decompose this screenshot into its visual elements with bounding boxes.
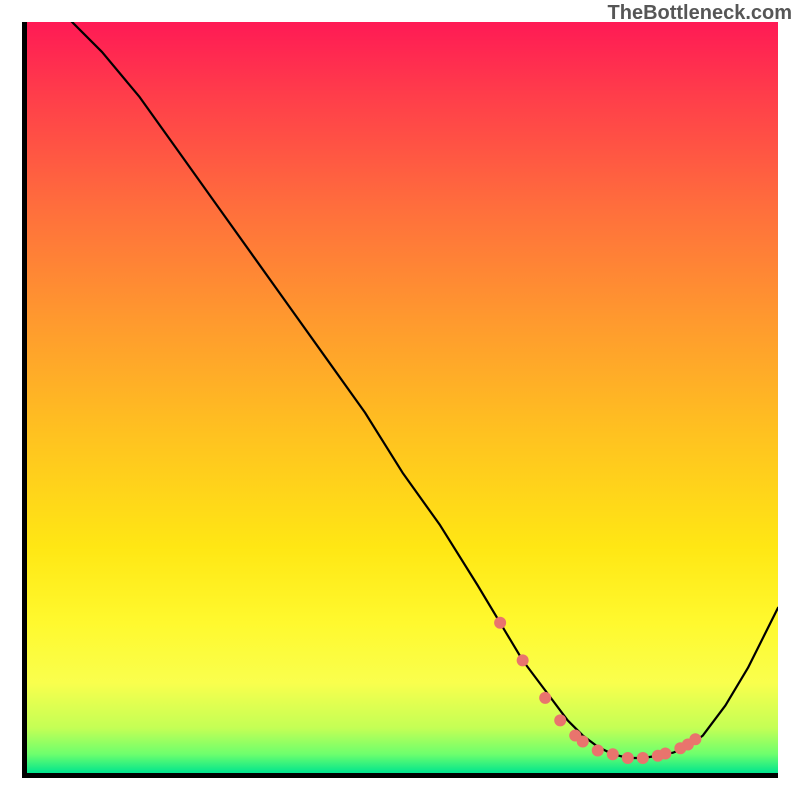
curve-layer [27, 22, 778, 773]
optimal-range-markers [494, 617, 701, 764]
marker-dot [539, 692, 551, 704]
marker-dot [689, 733, 701, 745]
marker-dot [494, 617, 506, 629]
marker-dot [637, 752, 649, 764]
marker-dot [577, 735, 589, 747]
marker-dot [622, 752, 634, 764]
marker-dot [659, 747, 671, 759]
marker-dot [592, 744, 604, 756]
marker-dot [517, 654, 529, 666]
chart-container: TheBottleneck.com [0, 0, 800, 800]
attribution-text: TheBottleneck.com [608, 2, 792, 25]
marker-dot [554, 714, 566, 726]
plot-area [22, 22, 778, 778]
marker-dot [607, 748, 619, 760]
bottleneck-curve [27, 22, 778, 758]
